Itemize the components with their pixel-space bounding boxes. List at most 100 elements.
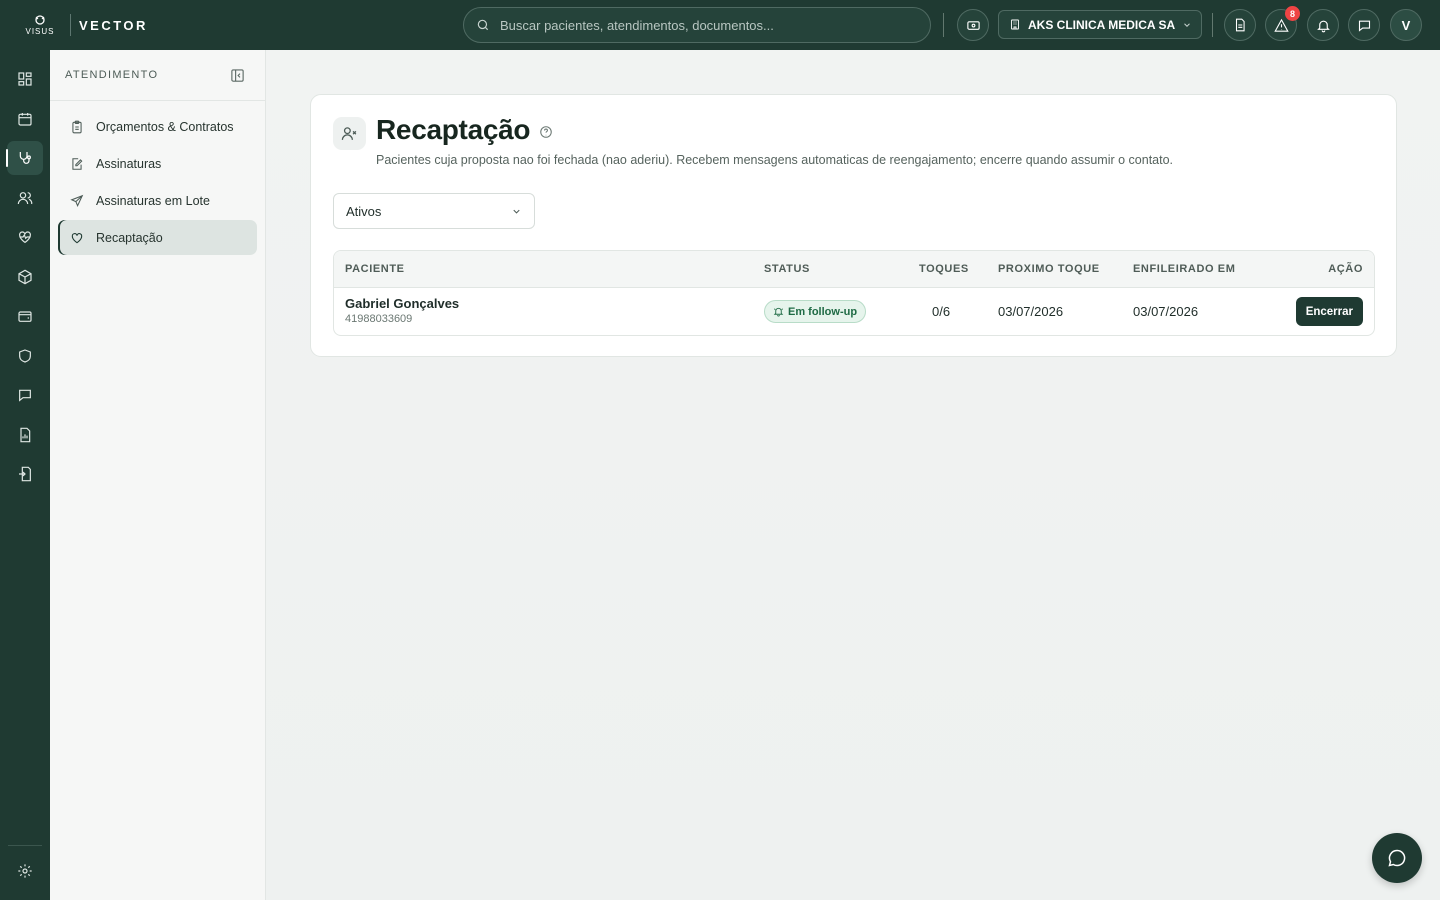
- file-transfer-icon: [19, 466, 31, 482]
- action-cell: Encerrar: [1295, 297, 1363, 326]
- page-title: Recaptação: [376, 114, 531, 145]
- sidebar-title: ATENDIMENTO: [65, 69, 159, 81]
- status-badge: Em follow-up: [764, 300, 867, 323]
- next-touch-cell: 03/07/2026: [998, 304, 1064, 319]
- col-paciente: PACIENTE: [345, 263, 405, 275]
- rail-atendimento[interactable]: [6, 141, 43, 175]
- sidebar-item-label: Orçamentos & Contratos: [96, 119, 234, 134]
- recaptacao-table: PACIENTE STATUS TOQUES PROXIMO TOQUE ENF…: [333, 250, 1375, 336]
- documents-button[interactable]: [1224, 9, 1256, 41]
- rail-health[interactable]: [7, 220, 43, 254]
- sidebar-item-orcamentos[interactable]: Orçamentos & Contratos: [58, 109, 257, 144]
- rail-dashboard[interactable]: [7, 62, 43, 96]
- send-icon: [70, 194, 84, 207]
- search-icon: [477, 19, 489, 31]
- bell-ring-icon: [773, 307, 784, 317]
- alerts-button[interactable]: 8: [1265, 6, 1300, 41]
- wallet-icon: [18, 311, 32, 322]
- chat-support-button[interactable]: [1372, 833, 1422, 883]
- rail-patients[interactable]: [7, 181, 43, 215]
- patient-phone: 41988033609: [345, 313, 413, 325]
- rail-files[interactable]: [7, 457, 43, 491]
- encerrar-button[interactable]: Encerrar: [1295, 297, 1363, 326]
- alerts-count-badge: 8: [1285, 6, 1300, 21]
- shield-icon: [19, 349, 31, 363]
- filter-value: Ativos: [346, 203, 382, 219]
- sidebar-item-label: Recaptação: [96, 230, 163, 245]
- sidebar-item-assinaturas[interactable]: Assinaturas: [58, 146, 257, 181]
- chat-icon: [1358, 20, 1370, 32]
- logo-mark-icon: [35, 15, 45, 25]
- stethoscope-icon: [19, 152, 31, 164]
- user-avatar[interactable]: V: [1390, 9, 1422, 41]
- recaptacao-card: Recaptação Pacientes cuja proposta nao f…: [310, 94, 1397, 357]
- sidebar-header: ATENDIMENTO: [50, 50, 265, 101]
- document-icon: [1235, 18, 1245, 32]
- brand-divider: [70, 14, 71, 36]
- search-input[interactable]: [500, 17, 900, 33]
- patient-name[interactable]: Gabriel Gonçalves: [345, 296, 459, 311]
- rail-reports[interactable]: [7, 418, 43, 452]
- sidebar-item-label: Assinaturas: [96, 156, 162, 171]
- top-bar: VISUS VECTOR AKS CLINICA MEDICA SA 8 V: [0, 0, 1440, 50]
- status-cell: Em follow-up: [764, 300, 867, 323]
- chevron-down-icon: [513, 209, 520, 214]
- clinic-selector[interactable]: AKS CLINICA MEDICA SA: [998, 10, 1202, 39]
- users-icon: [17, 192, 33, 205]
- table-row: Gabriel Gonçalves 41988033609 Em follow-…: [334, 288, 1374, 335]
- messages-button[interactable]: [1348, 9, 1380, 41]
- patient-cell: Gabriel Gonçalves 41988033609: [345, 296, 459, 325]
- topbar-divider: [943, 13, 944, 37]
- rail-products[interactable]: [7, 260, 43, 294]
- main-content: Recaptação Pacientes cuja proposta nao f…: [266, 50, 1440, 900]
- icon-rail: [0, 50, 50, 900]
- dashboard-icon: [18, 72, 32, 86]
- ticket-icon: [966, 20, 980, 30]
- bell-icon: [1316, 20, 1330, 32]
- col-enfileirado-em: ENFILEIRADO EM: [1133, 263, 1236, 275]
- sidebar-item-recaptacao[interactable]: Recaptação: [58, 220, 257, 255]
- signature-icon: [72, 157, 83, 170]
- rail-divider: [8, 845, 42, 846]
- ticket-button[interactable]: [957, 9, 989, 41]
- sidebar-item-label: Assinaturas em Lote: [96, 193, 210, 208]
- col-status: STATUS: [764, 263, 810, 275]
- col-proximo-toque: PROXIMO TOQUE: [998, 263, 1100, 275]
- help-button[interactable]: [539, 125, 553, 139]
- rail-messages[interactable]: [7, 378, 43, 412]
- help-icon: [540, 126, 552, 138]
- rail-wallet[interactable]: [7, 299, 43, 333]
- calendar-icon: [18, 113, 32, 126]
- rail-security[interactable]: [7, 339, 43, 373]
- rail-calendar[interactable]: [7, 102, 43, 136]
- queued-at-cell: 03/07/2026: [1133, 304, 1199, 319]
- global-search[interactable]: [463, 7, 931, 43]
- col-acao: AÇÃO: [1328, 263, 1363, 275]
- logo-text: VISUS: [25, 27, 55, 36]
- notifications-button[interactable]: [1307, 9, 1339, 41]
- section-sidebar: ATENDIMENTO Orçamentos & Contratos Assin…: [50, 50, 266, 900]
- product-name: VECTOR: [79, 17, 148, 33]
- message-icon: [19, 389, 31, 402]
- sidebar-menu: Orçamentos & Contratos Assinaturas Assin…: [50, 101, 265, 265]
- sidebar-item-assinaturas-lote[interactable]: Assinaturas em Lote: [58, 183, 257, 218]
- gear-icon: [18, 864, 32, 878]
- rail-settings[interactable]: [7, 854, 43, 888]
- visus-logo[interactable]: VISUS: [15, 0, 65, 50]
- topbar-divider: [1212, 13, 1213, 37]
- report-icon: [20, 427, 31, 443]
- building-icon: [1011, 19, 1019, 30]
- collapse-sidebar-icon[interactable]: [230, 68, 245, 83]
- chat-bubble-icon: [1388, 849, 1406, 867]
- chevron-down-icon: [1184, 22, 1190, 27]
- heart-pulse-icon: [19, 231, 31, 244]
- page-subtitle: Pacientes cuja proposta nao foi fechada …: [376, 153, 1174, 167]
- status-filter-select[interactable]: Ativos: [333, 193, 535, 229]
- box-icon: [18, 269, 32, 285]
- col-toques: TOQUES: [919, 263, 969, 275]
- status-label: Em follow-up: [788, 305, 858, 318]
- clinic-name: AKS CLINICA MEDICA SA: [1028, 17, 1176, 32]
- clipboard-icon: [72, 120, 82, 133]
- warning-icon: [1273, 18, 1289, 32]
- touches-cell: 0/6: [932, 304, 951, 319]
